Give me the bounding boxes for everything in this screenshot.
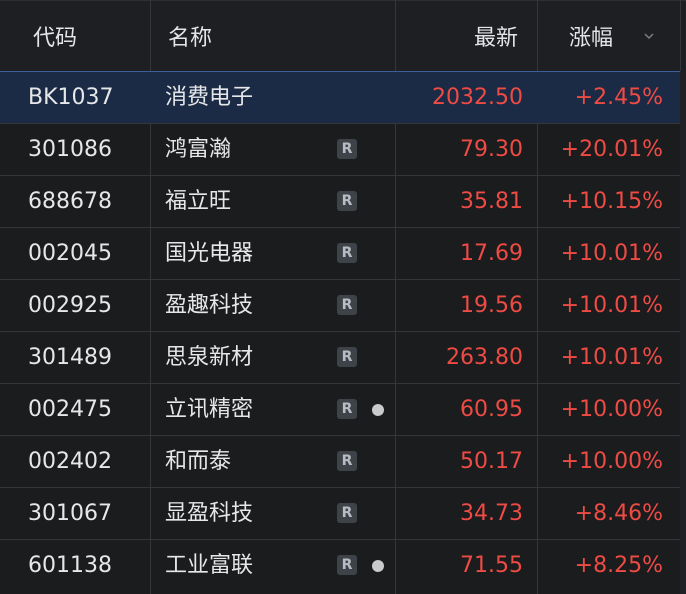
stock-name: 鸿富瀚 [165, 137, 232, 162]
stock-code: 002402 [28, 449, 112, 474]
latest-price: 79.30 [460, 137, 523, 162]
table-row[interactable]: 301489 思泉新材 R 263.80 +10.01% [0, 331, 686, 383]
table-row[interactable]: 002925 盈趣科技 R 19.56 +10.01% [0, 279, 686, 331]
latest-price: 19.56 [460, 293, 523, 318]
change-percent: +10.00% [560, 397, 663, 422]
stock-code: 601138 [28, 553, 112, 578]
change-percent: +10.01% [560, 241, 663, 266]
stock-name: 工业富联 [165, 553, 254, 578]
latest-price: 2032.50 [432, 85, 523, 110]
margin-trading-badge: R [337, 503, 357, 523]
status-dot-icon [372, 404, 384, 416]
margin-trading-badge: R [337, 191, 357, 211]
column-header-latest[interactable]: 最新 [474, 1, 518, 72]
table-row[interactable]: 301086 鸿富瀚 R 79.30 +20.01% [0, 123, 686, 175]
stock-table: 代码 名称 最新 涨幅 BK1037 消费电子 2032.50 +2.45% 30108… [0, 0, 686, 594]
table-row[interactable]: 002402 和而泰 R 50.17 +10.00% [0, 435, 686, 487]
stock-name: 盈趣科技 [165, 293, 254, 318]
table-row[interactable]: 002045 国光电器 R 17.69 +10.01% [0, 227, 686, 279]
margin-trading-badge: R [337, 555, 357, 575]
change-percent: +2.45% [574, 85, 663, 110]
stock-code: 301489 [28, 345, 112, 370]
stock-name: 立讯精密 [165, 397, 254, 422]
change-percent: +10.01% [560, 293, 663, 318]
table-row[interactable]: 002475 立讯精密 R 60.95 +10.00% [0, 383, 686, 435]
table-header: 代码 名称 最新 涨幅 [0, 0, 686, 72]
latest-price: 263.80 [446, 345, 523, 370]
table-row[interactable]: 601138 工业富联 R 71.55 +8.25% [0, 539, 686, 591]
column-header-change[interactable]: 涨幅 [569, 1, 613, 72]
margin-trading-badge: R [337, 295, 357, 315]
status-dot-icon [372, 560, 384, 572]
margin-trading-badge: R [337, 451, 357, 471]
stock-code: 002925 [28, 293, 112, 318]
margin-trading-badge: R [337, 347, 357, 367]
change-percent: +10.00% [560, 449, 663, 474]
stock-code: 688678 [28, 189, 112, 214]
latest-price: 35.81 [460, 189, 523, 214]
scrollbar-track[interactable] [680, 71, 686, 594]
column-header-name[interactable]: 名称 [168, 1, 212, 72]
margin-trading-badge: R [337, 243, 357, 263]
stock-code: 301086 [28, 137, 112, 162]
change-percent: +10.15% [560, 189, 663, 214]
latest-price: 50.17 [460, 449, 523, 474]
stock-name: 思泉新材 [165, 345, 254, 370]
latest-price: 34.73 [460, 501, 523, 526]
stock-code: BK1037 [28, 85, 114, 110]
table-row[interactable]: 301067 显盈科技 R 34.73 +8.46% [0, 487, 686, 539]
stock-name: 和而泰 [165, 449, 232, 474]
stock-code: 002475 [28, 397, 112, 422]
latest-price: 60.95 [460, 397, 523, 422]
latest-price: 17.69 [460, 241, 523, 266]
change-percent: +20.01% [560, 137, 663, 162]
stock-name: 显盈科技 [165, 501, 254, 526]
stock-code: 002045 [28, 241, 112, 266]
change-percent: +8.46% [574, 501, 663, 526]
stock-name: 消费电子 [165, 85, 254, 110]
stock-code: 301067 [28, 501, 112, 526]
sort-chevron-down-icon[interactable] [644, 31, 654, 41]
change-percent: +8.25% [574, 553, 663, 578]
change-percent: +10.01% [560, 345, 663, 370]
margin-trading-badge: R [337, 139, 357, 159]
latest-price: 71.55 [460, 553, 523, 578]
table-row[interactable]: 688678 福立旺 R 35.81 +10.15% [0, 175, 686, 227]
stock-name: 国光电器 [165, 241, 254, 266]
table-row[interactable]: BK1037 消费电子 2032.50 +2.45% [0, 71, 686, 124]
stock-name: 福立旺 [165, 189, 232, 214]
margin-trading-badge: R [337, 399, 357, 419]
column-header-code[interactable]: 代码 [33, 1, 77, 72]
